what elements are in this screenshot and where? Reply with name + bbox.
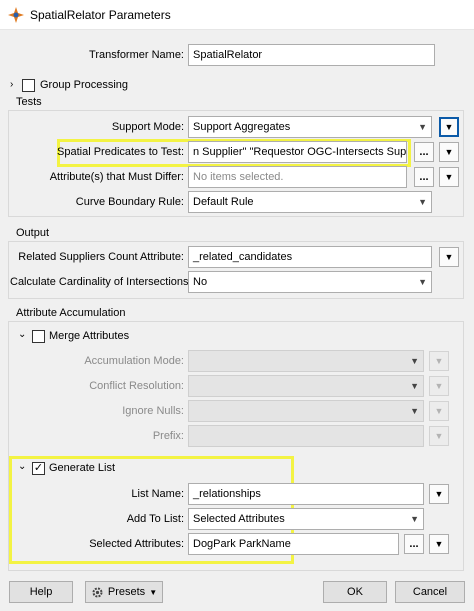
curve-boundary-select[interactable]: Default Rule ▼ — [188, 191, 432, 213]
merge-attributes-collapse-icon[interactable]: ⌄ — [18, 329, 26, 340]
related-count-input[interactable]: _related_candidates — [188, 246, 432, 268]
generate-list-checkbox[interactable]: ✓ — [32, 462, 45, 475]
merge-attributes-label: Merge Attributes — [49, 330, 130, 342]
curve-boundary-label: Curve Boundary Rule: — [75, 196, 184, 208]
chevron-down-icon: ▼ — [410, 381, 419, 391]
selected-attributes-label: Selected Attributes: — [89, 538, 184, 550]
spatial-predicates-label: Spatial Predicates to Test: — [57, 146, 184, 158]
add-to-list-label: Add To List: — [126, 513, 184, 525]
related-count-menu-button[interactable]: ▼ — [439, 247, 459, 267]
triangle-down-icon: ▼ — [434, 489, 444, 499]
triangle-down-icon: ▼ — [444, 122, 454, 132]
triangle-down-icon: ▼ — [444, 252, 454, 262]
chevron-down-icon: ▼ — [418, 277, 427, 287]
selected-attributes-menu-button[interactable]: ▼ — [429, 534, 449, 554]
ignore-nulls-menu-button[interactable]: ▼ — [429, 401, 449, 421]
support-mode-menu-button[interactable]: ▼ — [439, 117, 459, 137]
generate-list-collapse-icon[interactable]: ⌄ — [18, 461, 26, 472]
triangle-down-icon: ▼ — [434, 381, 444, 391]
chevron-down-icon: ▼ — [418, 197, 427, 207]
related-count-label: Related Suppliers Count Attribute: — [18, 251, 184, 263]
triangle-down-icon: ▼ — [444, 172, 454, 182]
attributes-differ-browse-button[interactable]: ... — [414, 167, 434, 187]
chevron-down-icon: ▼ — [418, 122, 427, 132]
support-mode-select[interactable]: Support Aggregates ▼ — [188, 116, 432, 138]
generate-list-label: Generate List — [49, 462, 116, 474]
chevron-down-icon: ▼ — [410, 356, 419, 366]
accumulation-mode-menu-button[interactable]: ▼ — [429, 351, 449, 371]
support-mode-label: Support Mode: — [111, 121, 184, 133]
presets-label: Presets — [107, 586, 146, 598]
tests-section-title: Tests — [16, 96, 42, 108]
window-title: SpatialRelator Parameters — [30, 8, 171, 22]
fme-app-icon — [8, 7, 24, 23]
attributes-differ-field[interactable]: No items selected. — [188, 166, 407, 188]
transformer-name-label: Transformer Name: — [89, 49, 184, 61]
group-processing-expand-icon[interactable]: › — [10, 79, 13, 90]
triangle-down-icon: ▼ — [434, 431, 444, 441]
gear-icon — [92, 587, 103, 597]
add-to-list-select[interactable]: Selected Attributes ▼ — [188, 508, 424, 530]
chevron-down-icon: ▼ — [410, 514, 419, 524]
prefix-menu-button[interactable]: ▼ — [429, 426, 449, 446]
attribute-accumulation-title: Attribute Accumulation — [16, 307, 126, 319]
triangle-down-icon: ▼ — [434, 406, 444, 416]
checkmark-icon: ✓ — [33, 462, 44, 474]
help-button[interactable]: Help — [9, 581, 73, 603]
spatial-predicates-menu-button[interactable]: ▼ — [439, 142, 459, 162]
ignore-nulls-label: Ignore Nulls: — [122, 405, 184, 417]
transformer-name-input[interactable]: SpatialRelator — [188, 44, 435, 66]
chevron-down-icon: ▼ — [410, 406, 419, 416]
ok-button[interactable]: OK — [323, 581, 387, 603]
triangle-down-icon: ▼ — [434, 539, 444, 549]
caret-down-icon: ▼ — [149, 587, 158, 597]
merge-attributes-checkbox[interactable] — [32, 330, 45, 343]
title-bar: SpatialRelator Parameters — [0, 0, 474, 30]
cancel-button[interactable]: Cancel — [395, 581, 465, 603]
prefix-input[interactable] — [188, 425, 424, 447]
conflict-resolution-select[interactable]: ▼ — [188, 375, 424, 397]
triangle-down-icon: ▼ — [434, 356, 444, 366]
cardinality-label: Calculate Cardinality of Intersections: — [10, 276, 192, 288]
list-name-label: List Name: — [131, 488, 184, 500]
conflict-resolution-label: Conflict Resolution: — [89, 380, 184, 392]
list-name-menu-button[interactable]: ▼ — [429, 484, 449, 504]
selected-attributes-field[interactable]: DogPark ParkName — [188, 533, 399, 555]
output-section-title: Output — [16, 227, 50, 239]
conflict-resolution-menu-button[interactable]: ▼ — [429, 376, 449, 396]
list-name-input[interactable]: _relationships — [188, 483, 424, 505]
group-processing-label: Group Processing — [40, 79, 129, 91]
group-processing-checkbox[interactable] — [22, 79, 35, 92]
ignore-nulls-select[interactable]: ▼ — [188, 400, 424, 422]
attributes-differ-menu-button[interactable]: ▼ — [439, 167, 459, 187]
accumulation-mode-select[interactable]: ▼ — [188, 350, 424, 372]
spatial-predicates-field[interactable]: n Supplier" "Requestor OGC-Intersects Su… — [188, 141, 407, 163]
triangle-down-icon: ▼ — [444, 147, 454, 157]
cardinality-select[interactable]: No ▼ — [188, 271, 432, 293]
selected-attributes-browse-button[interactable]: ... — [404, 534, 424, 554]
accumulation-mode-label: Accumulation Mode: — [84, 355, 184, 367]
presets-button[interactable]: Presets ▼ — [85, 581, 163, 603]
prefix-label: Prefix: — [152, 430, 184, 442]
attributes-differ-label: Attribute(s) that Must Differ: — [49, 171, 184, 183]
spatial-predicates-browse-button[interactable]: ... — [414, 142, 434, 162]
